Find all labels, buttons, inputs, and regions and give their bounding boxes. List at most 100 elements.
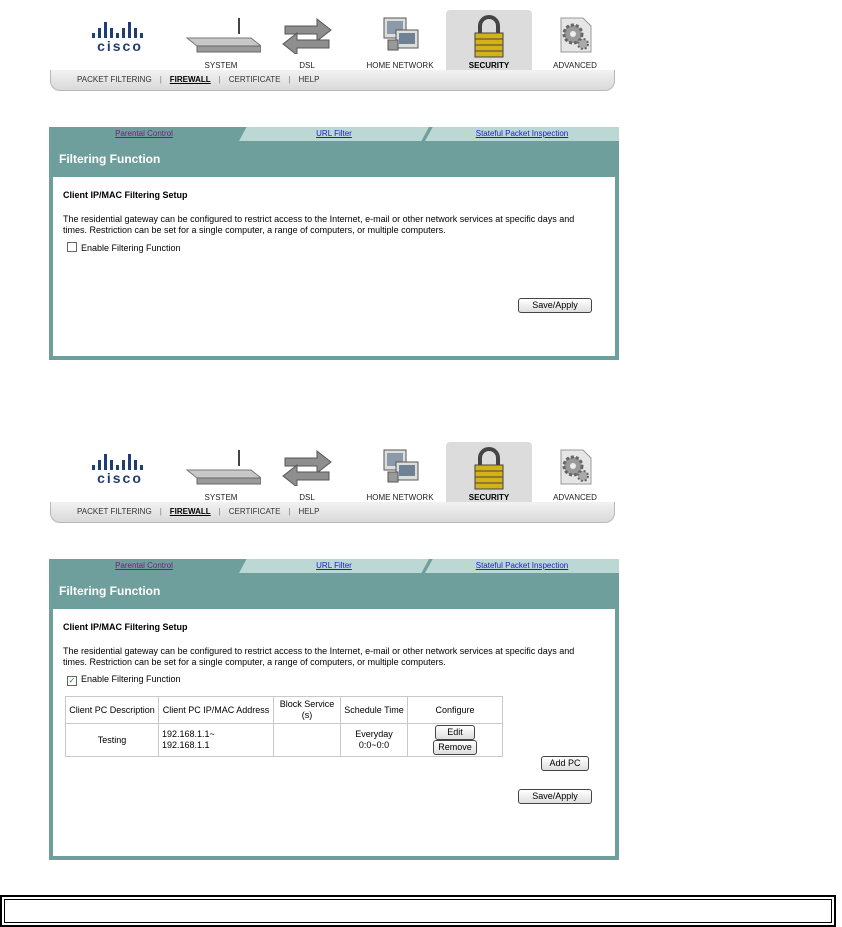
gears-icon <box>560 17 592 53</box>
subnav-help[interactable]: HELP <box>299 507 320 516</box>
cisco-bars-icon <box>92 20 148 38</box>
nav-dsl[interactable]: DSL <box>264 10 350 74</box>
description-text: The residential gateway can be configure… <box>63 646 575 667</box>
computers-icon <box>383 449 419 483</box>
nav-system[interactable]: SYSTEM <box>178 10 264 74</box>
col-header-schedule: Schedule Time <box>340 696 408 724</box>
tab-stateful-packet-inspection[interactable]: Stateful Packet Inspection <box>425 127 619 141</box>
cell-schedule: Everyday 0:0~0:0 <box>340 723 408 757</box>
address-start: 192.168.1.1~ <box>162 729 215 739</box>
cell-description: Testing <box>65 723 159 757</box>
arrows-icon <box>282 17 332 54</box>
sub-navigation: PACKET FILTERING | FIREWALL | CERTIFICATE | HE… <box>50 502 615 523</box>
nav-advanced[interactable]: ADVANCED <box>532 10 618 74</box>
screenshot-panel-1: cisco SYSTEM DSL HOME NETWORK SECURITY A… <box>0 0 842 432</box>
schedule-time: 0:0~0:0 <box>358 740 390 750</box>
tab-url-filter[interactable]: URL Filter <box>239 127 429 141</box>
tab-parental-control-label[interactable]: Parental Control <box>115 561 173 570</box>
filtering-panel: Parental Control URL Filter Stateful Pac… <box>49 559 619 860</box>
address-end: 192.168.1.1 <box>162 740 210 750</box>
tab-parental-control[interactable]: Parental Control <box>49 127 239 141</box>
nav-system-label: SYSTEM <box>204 61 238 70</box>
enable-filtering-row: ✓ Enable Filtering Function <box>67 674 181 686</box>
col-header-description: Client PC Description <box>65 696 159 724</box>
tab-parental-control-label[interactable]: Parental Control <box>115 129 173 138</box>
add-pc-button[interactable]: Add PC <box>541 756 589 771</box>
col-header-configure: Configure <box>407 696 503 724</box>
page-title: Filtering Function <box>59 152 161 166</box>
subnav-certificate[interactable]: CERTIFICATE <box>229 507 281 516</box>
tab-spi-label[interactable]: Stateful Packet Inspection <box>476 129 569 138</box>
table-header-row: Client PC Description Client PC IP/MAC A… <box>65 696 503 724</box>
cisco-logo: cisco <box>90 452 150 490</box>
enable-filtering-label: Enable Filtering Function <box>81 674 181 684</box>
col-header-address: Client PC IP/MAC Address <box>158 696 274 724</box>
filtering-panel: Parental Control URL Filter Stateful Pac… <box>49 127 619 360</box>
col-header-block-service: Block Service (s) <box>273 696 341 724</box>
cell-address: 192.168.1.1~ 192.168.1.1 <box>158 723 274 757</box>
nav-advanced-label: ADVANCED <box>553 493 597 502</box>
section-heading: Client IP/MAC Filtering Setup <box>63 622 188 632</box>
gears-icon <box>560 449 592 485</box>
router-header: cisco SYSTEM DSL HOME NETWORK SECURITY A… <box>50 440 615 526</box>
client-pc-table: Client PC Description Client PC IP/MAC A… <box>65 696 503 757</box>
page-title: Filtering Function <box>59 584 161 598</box>
router-header: cisco SYSTEM DSL HOME NETWORK SECURITY A… <box>50 8 615 94</box>
arrows-icon <box>282 449 332 486</box>
cell-block-service <box>273 723 341 757</box>
edit-button[interactable]: Edit <box>435 725 475 740</box>
router-icon <box>185 450 261 485</box>
nav-dsl-label: DSL <box>299 61 315 70</box>
content-area: Client IP/MAC Filtering Setup The reside… <box>53 177 615 356</box>
padlock-icon <box>474 447 504 490</box>
nav-dsl-label: DSL <box>299 493 315 502</box>
tab-bar: Parental Control URL Filter Stateful Pac… <box>49 127 619 141</box>
cisco-bars-icon <box>92 452 148 470</box>
computers-icon <box>383 17 419 51</box>
sub-navigation: PACKET FILTERING | FIREWALL | CERTIFICATE | HE… <box>50 70 615 91</box>
enable-filtering-label: Enable Filtering Function <box>81 243 181 253</box>
description-text: The residential gateway can be configure… <box>63 214 575 235</box>
subnav-firewall[interactable]: FIREWALL <box>170 75 211 84</box>
save-apply-button[interactable]: Save/Apply <box>518 298 592 313</box>
router-icon <box>185 18 261 53</box>
tab-stateful-packet-inspection[interactable]: Stateful Packet Inspection <box>425 559 619 573</box>
cisco-logo: cisco <box>90 20 150 58</box>
nav-system[interactable]: SYSTEM <box>178 442 264 506</box>
nav-security[interactable]: SECURITY <box>446 442 532 506</box>
cell-configure: Edit Remove <box>407 723 503 757</box>
nav-security-label: SECURITY <box>468 493 510 502</box>
nav-home-network[interactable]: HOME NETWORK <box>357 10 443 74</box>
subnav-help[interactable]: HELP <box>299 75 320 84</box>
save-apply-button[interactable]: Save/Apply <box>518 789 592 804</box>
tab-url-filter-label[interactable]: URL Filter <box>316 561 352 570</box>
nav-advanced[interactable]: ADVANCED <box>532 442 618 506</box>
enable-filtering-checkbox[interactable] <box>67 242 77 252</box>
nav-security[interactable]: SECURITY <box>446 10 532 74</box>
nav-home-network[interactable]: HOME NETWORK <box>357 442 443 506</box>
tab-url-filter[interactable]: URL Filter <box>239 559 429 573</box>
nav-security-label: SECURITY <box>468 61 510 70</box>
nav-advanced-label: ADVANCED <box>553 61 597 70</box>
padlock-icon <box>474 15 504 58</box>
subnav-packet-filtering[interactable]: PACKET FILTERING <box>77 75 152 84</box>
empty-caption-box <box>0 895 836 927</box>
subnav-firewall[interactable]: FIREWALL <box>170 507 211 516</box>
tab-url-filter-label[interactable]: URL Filter <box>316 129 352 138</box>
schedule-days: Everyday <box>355 729 393 739</box>
logo-text: cisco <box>97 38 143 54</box>
nav-dsl[interactable]: DSL <box>264 442 350 506</box>
tab-parental-control[interactable]: Parental Control <box>49 559 239 573</box>
screenshot-panel-2: cisco SYSTEM DSL HOME NETWORK SECURITY A… <box>0 432 842 872</box>
section-heading: Client IP/MAC Filtering Setup <box>63 190 188 200</box>
enable-filtering-checkbox[interactable]: ✓ <box>67 676 77 686</box>
logo-text: cisco <box>97 470 143 486</box>
content-area: Client IP/MAC Filtering Setup The reside… <box>53 609 615 856</box>
enable-filtering-row: Enable Filtering Function <box>67 242 181 253</box>
remove-button[interactable]: Remove <box>433 740 477 755</box>
subnav-packet-filtering[interactable]: PACKET FILTERING <box>77 507 152 516</box>
tab-bar: Parental Control URL Filter Stateful Pac… <box>49 559 619 573</box>
subnav-certificate[interactable]: CERTIFICATE <box>229 75 281 84</box>
tab-spi-label[interactable]: Stateful Packet Inspection <box>476 561 569 570</box>
table-row: Testing 192.168.1.1~ 192.168.1.1 Everyda… <box>65 723 503 757</box>
